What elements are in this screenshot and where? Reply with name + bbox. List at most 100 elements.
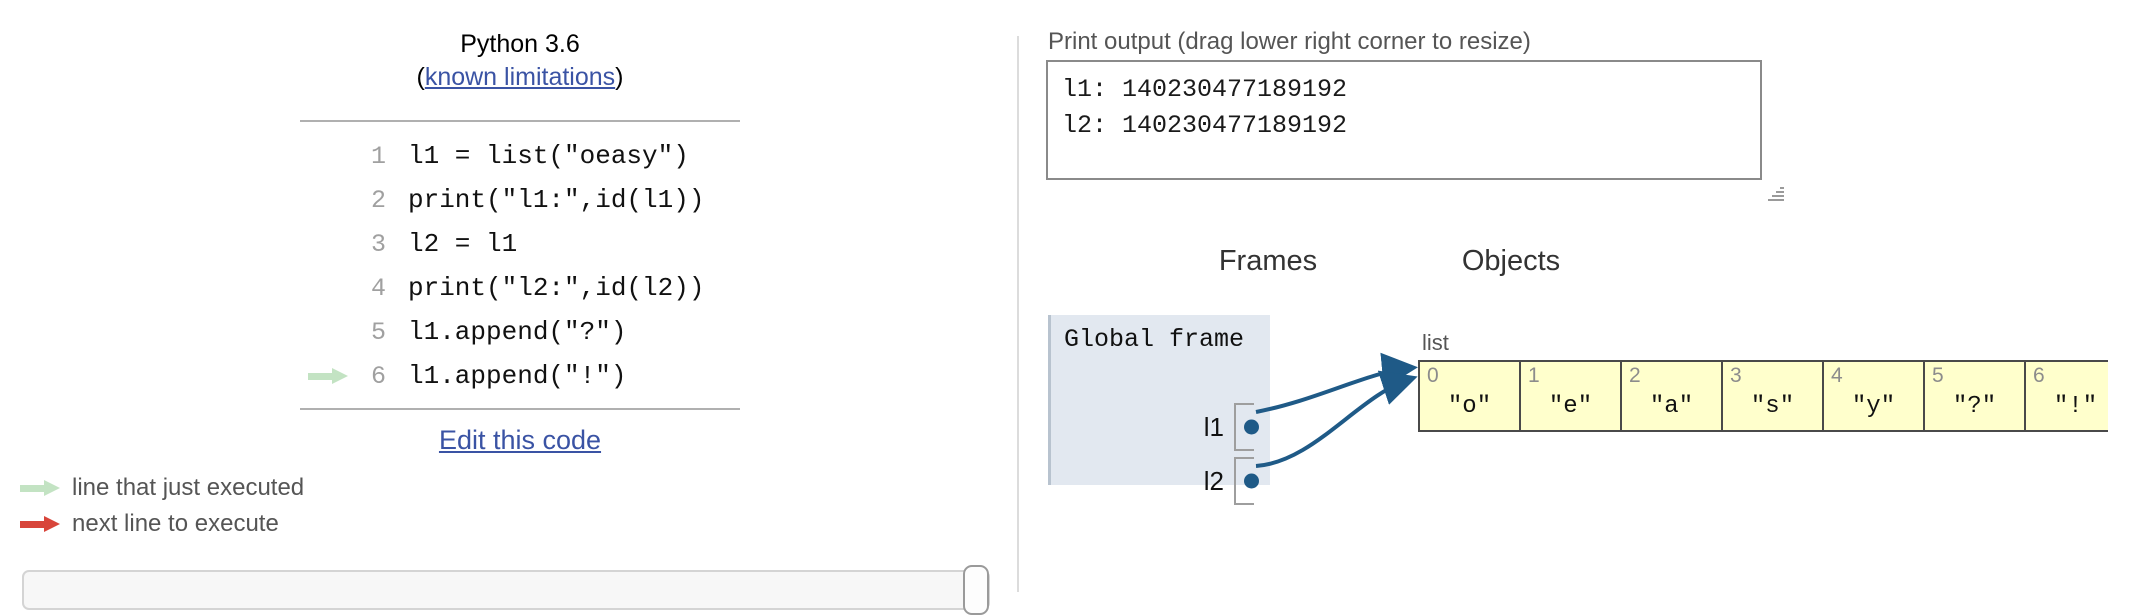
list-cell-row: 0 "o" 1 "e" 2 "a" 3 "s" 4 "y" 5 "?" 6 "!" (1418, 360, 2108, 432)
green-arrow-icon (14, 478, 62, 498)
code-line-marker-slot (300, 354, 352, 398)
timeline-slider-handle[interactable] (963, 565, 989, 615)
pointer-dot-l1 (1244, 419, 1259, 435)
arrow-glyph (20, 516, 60, 532)
known-limitations-link[interactable]: known limitations (425, 63, 615, 91)
list-cell: 1 "e" (1521, 362, 1622, 430)
list-cell-index: 6 (2033, 364, 2045, 387)
objects-heading: Objects (1461, 245, 1561, 277)
list-cell: 0 "o" (1420, 362, 1521, 430)
arrow-glyph (20, 480, 60, 496)
bracket-bottom (1234, 449, 1254, 451)
python-version-label: Python 3.6 (460, 30, 580, 58)
bracket-bottom (1234, 503, 1254, 505)
list-cell-value: "!" (2053, 393, 2098, 420)
edit-code-wrap: Edit this code (300, 425, 740, 456)
bracket-side (1234, 403, 1236, 451)
code-line-marker-slot (300, 222, 352, 266)
code-line-list: 1 l1 = list("oeasy") 2 print("l1:",id(l1)) 3… (300, 122, 740, 408)
code-line[interactable]: 6 l1.append("!") (300, 354, 740, 398)
code-pane: Python 3.6 (known limitations) 1 l1 = lis… (0, 0, 1018, 615)
code-line-number: 4 (370, 273, 386, 303)
arrow-l1-to-list (1255, 352, 1418, 414)
arrow-shaft (308, 373, 334, 380)
list-cell-value: "s" (1750, 393, 1795, 420)
frame-variable-row: l1 (1204, 403, 1270, 451)
execution-timeline-slider[interactable] (22, 565, 990, 615)
edit-this-code-link[interactable]: Edit this code (439, 425, 601, 455)
variable-bracket (1234, 457, 1270, 505)
legend-row: next line to execute (14, 506, 304, 542)
list-cell-index: 1 (1528, 364, 1540, 387)
list-cell-value: "y" (1851, 393, 1896, 420)
arrow-shaft (20, 485, 46, 492)
frames-heading: Frames (1218, 245, 1318, 277)
arrow-shaft (20, 521, 46, 528)
code-line-marker-slot (300, 266, 352, 310)
bracket-top (1234, 403, 1254, 405)
python-version-block: Python 3.6 (known limitations) (300, 28, 740, 94)
list-cell-value: "o" (1447, 393, 1492, 420)
known-limitations-line: (known limitations) (300, 61, 740, 94)
code-line-text: l2 = l1 (408, 229, 518, 259)
red-arrow-icon (14, 514, 62, 534)
code-line-text: l1 = list("oeasy") (408, 141, 689, 171)
frame-variable-row: l2 (1204, 457, 1270, 505)
grip-line-1 (1768, 199, 1784, 201)
legend-label: line that just executed (72, 474, 305, 501)
list-cell-index: 3 (1730, 364, 1742, 387)
arrow-head (44, 480, 60, 496)
list-cell: 5 "?" (1925, 362, 2026, 430)
code-line-number: 5 (370, 317, 386, 347)
list-cell-index: 2 (1629, 364, 1641, 387)
code-line-text: l1.append("!") (408, 361, 627, 391)
list-cell-value: "?" (1952, 393, 1997, 420)
code-line-marker-slot (300, 134, 352, 178)
code-line[interactable]: 3 l2 = l1 (300, 222, 740, 266)
variable-bracket (1234, 403, 1270, 451)
green-arrow-icon (308, 368, 348, 384)
paren-close: ) (615, 63, 624, 91)
list-cell-value: "a" (1649, 393, 1694, 420)
list-cell-index: 5 (1932, 364, 1944, 387)
list-cell-index: 0 (1427, 364, 1439, 387)
variable-name-l2: l2 (1203, 465, 1224, 496)
grip-line-2 (1772, 195, 1784, 197)
code-line-number: 1 (370, 141, 386, 171)
code-line[interactable]: 5 l1.append("?") (300, 310, 740, 354)
list-object: list 0 "o" 1 "e" 2 "a" 3 "s" 4 "y" 5 "?" 6 "!" (1418, 330, 2108, 432)
print-output-label: Print output (drag lower right corner to… (1048, 28, 1531, 55)
frame-left-edge (1048, 315, 1051, 485)
code-line-text: print("l1:",id(l1)) (408, 185, 705, 215)
arrow-l2-to-list (1255, 370, 1418, 468)
list-cell-value: "e" (1548, 393, 1593, 420)
execution-legend: line that just executed next line to exec… (14, 470, 304, 542)
list-cell: 2 "a" (1622, 362, 1723, 430)
code-line-marker-slot (300, 310, 352, 354)
bracket-side (1234, 457, 1236, 505)
visualization-pane: Print output (drag lower right corner to… (1018, 0, 2142, 592)
list-type-label: list (1422, 330, 1449, 355)
grip-line-4 (1780, 187, 1784, 189)
code-line-number: 3 (370, 229, 386, 259)
arrow-head (332, 368, 348, 384)
pointer-dot-l2 (1244, 473, 1259, 489)
code-line[interactable]: 2 print("l1:",id(l1)) (300, 178, 740, 222)
grip-line-3 (1776, 191, 1784, 193)
print-output-textbox[interactable]: l1: 140230477189192 l2: 140230477189192 (1046, 60, 1762, 180)
bracket-top (1234, 457, 1254, 459)
list-cell: 4 "y" (1824, 362, 1925, 430)
global-frame-title: Global frame (1064, 325, 1245, 354)
arrow-head (44, 516, 60, 532)
list-cell: 6 "!" (2026, 362, 2108, 430)
code-line[interactable]: 1 l1 = list("oeasy") (300, 134, 740, 178)
list-cell: 3 "s" (1723, 362, 1824, 430)
code-line[interactable]: 4 print("l2:",id(l2)) (300, 266, 740, 310)
code-line-text: print("l2:",id(l2)) (408, 273, 705, 303)
paren-open: ( (416, 63, 425, 91)
legend-row: line that just executed (14, 470, 304, 506)
code-line-number: 2 (370, 185, 386, 215)
variable-name-l1: l1 (1203, 411, 1224, 442)
global-frame-box: Global frame l1 l2 (1048, 315, 1270, 505)
resize-grip-icon[interactable] (1766, 185, 1784, 203)
